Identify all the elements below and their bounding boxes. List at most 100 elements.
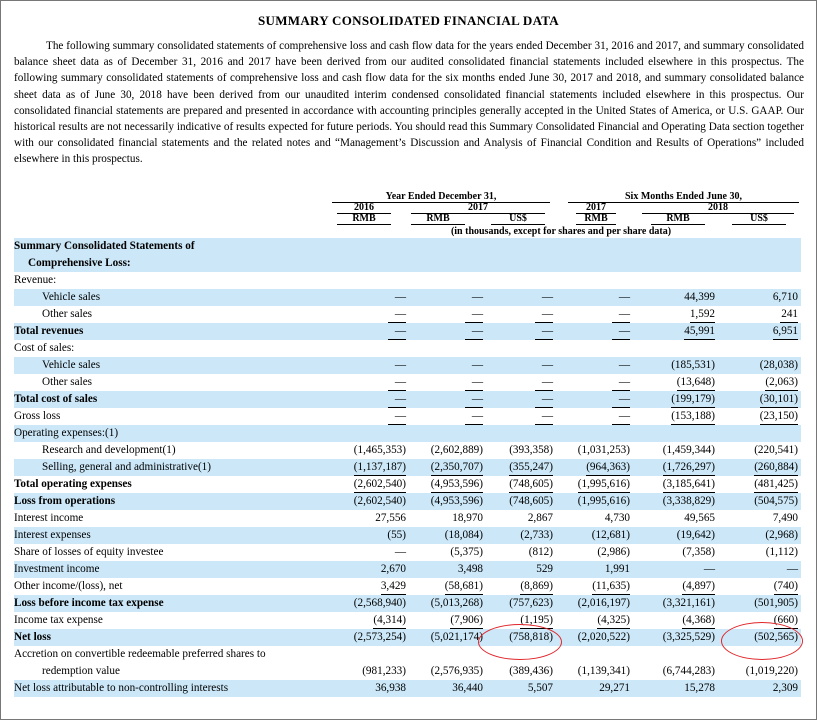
cell-text: (30,101)	[759, 392, 798, 408]
cell-value	[633, 425, 718, 442]
cell-value: 2,867	[486, 510, 556, 527]
cell-value	[718, 255, 801, 272]
cell-value: 18,970	[409, 510, 486, 527]
header-currency-2016: RMB	[337, 213, 391, 225]
cell-text: —	[535, 307, 553, 323]
cell-text: (2,016,197)	[577, 597, 630, 609]
cell-value: (199,179)	[633, 391, 718, 408]
cell-value	[332, 425, 409, 442]
cell-value	[332, 272, 409, 289]
cell-value: —	[409, 306, 486, 323]
cell-text: (389,436)	[509, 665, 553, 677]
cell-value: (2,568,940)	[332, 595, 409, 612]
cell-text: (3,185,641)	[662, 477, 715, 493]
cell-value: (481,425)	[718, 476, 801, 493]
cell-text: 29,271	[599, 682, 630, 694]
cell-text: (1,995,616)	[577, 495, 630, 507]
cell-value: (501,905)	[718, 595, 801, 612]
cell-value	[633, 646, 718, 663]
cell-value: (185,531)	[633, 357, 718, 374]
cell-value: (660)	[718, 612, 801, 629]
document-page: SUMMARY CONSOLIDATED FINANCIAL DATA The …	[0, 0, 817, 720]
cell-text: —	[388, 392, 406, 408]
cell-value: 2,670	[332, 561, 409, 578]
cell-value: —	[556, 357, 633, 374]
cell-value	[718, 340, 801, 357]
row-label: Other sales	[42, 376, 93, 388]
table-row: Other income/(loss), net 3,429 (58,681) (8,…	[14, 578, 801, 595]
cell-text: 44,399	[684, 291, 715, 303]
cell-text: (11,635)	[592, 579, 630, 595]
cell-value: (28,038)	[718, 357, 801, 374]
cell-text: (185,531)	[671, 359, 715, 371]
cell-text: (1,195)	[520, 613, 553, 629]
cell-text: (12,681)	[591, 529, 630, 541]
cell-text: 18,970	[452, 512, 483, 524]
cell-value: (2,986)	[556, 544, 633, 561]
row-label: Accretion on convertible redeemable pref…	[14, 648, 266, 660]
cell-value: —	[332, 408, 409, 425]
row-label: Investment income	[14, 561, 332, 578]
cell-value	[486, 255, 556, 272]
cell-text: —	[394, 359, 406, 371]
cell-text: (220,541)	[754, 444, 798, 456]
cell-value: (1,137,187)	[332, 459, 409, 476]
cell-value: —	[486, 357, 556, 374]
cell-text: (18,084)	[444, 529, 483, 541]
cell-text: (1,019,220)	[745, 665, 798, 677]
table-row: Gross loss — — — — (153,188) (23,150)	[14, 408, 801, 425]
row-label: Vehicle sales	[14, 289, 332, 306]
cell-value: (2,968)	[718, 527, 801, 544]
cell-text: 36,440	[452, 682, 483, 694]
row-label: Research and development(1)	[42, 444, 176, 456]
cell-text: —	[618, 291, 630, 303]
cell-text: 6,710	[772, 291, 798, 303]
cell-value: —	[409, 289, 486, 306]
cell-text: (55)	[387, 529, 406, 541]
cell-text: 27,556	[375, 512, 406, 524]
cell-value: —	[486, 323, 556, 340]
cell-text: 1,991	[604, 563, 630, 575]
cell-value: (1,112)	[718, 544, 801, 561]
cell-value: 529	[486, 561, 556, 578]
cell-value: —	[556, 391, 633, 408]
cell-text: —	[612, 375, 630, 391]
cell-value	[718, 238, 801, 255]
cell-text: —	[535, 375, 553, 391]
cell-value: 1,991	[556, 561, 633, 578]
cell-text: (748,605)	[509, 495, 553, 507]
cell-value	[556, 646, 633, 663]
row-label: Net loss	[14, 629, 332, 646]
cell-value: (3,338,829)	[633, 493, 718, 510]
cell-text: —	[535, 392, 553, 408]
cell-value	[332, 646, 409, 663]
cell-value: (2,576,935)	[409, 663, 486, 680]
cell-value: (4,953,596)	[409, 476, 486, 493]
cell-text: —	[471, 359, 483, 371]
cell-value	[409, 646, 486, 663]
cell-text: 7,490	[772, 512, 798, 524]
cell-value: (2,602,889)	[409, 442, 486, 459]
header-currency-six-2018-rmb: RMB	[651, 213, 705, 225]
cell-text: (981,233)	[362, 665, 406, 677]
cell-text: (3,321,161)	[662, 597, 715, 609]
cell-text: —	[471, 291, 483, 303]
cell-text: —	[535, 324, 553, 340]
cell-text: (7,358)	[682, 546, 715, 558]
cell-value	[633, 340, 718, 357]
cell-text: (355,247)	[509, 460, 553, 476]
cell-text: (758,818)	[509, 631, 553, 643]
header-currency-2017-rmb: RMB	[411, 213, 465, 225]
cell-value: —	[556, 306, 633, 323]
cell-value: (2,602,540)	[332, 476, 409, 493]
cell-value: —	[409, 391, 486, 408]
cell-text: (5,375)	[450, 546, 483, 558]
cell-value: (4,368)	[633, 612, 718, 629]
financial-table: Summary Consolidated Statements of Compre…	[14, 238, 801, 697]
cell-value: —	[332, 289, 409, 306]
cell-text: —	[465, 375, 483, 391]
table-row: Interest income 27,556 18,970 2,867 4,730 49,…	[14, 510, 801, 527]
cell-text: 3,429	[380, 579, 406, 595]
cell-value: (964,363)	[556, 459, 633, 476]
cell-value: (11,635)	[556, 578, 633, 595]
